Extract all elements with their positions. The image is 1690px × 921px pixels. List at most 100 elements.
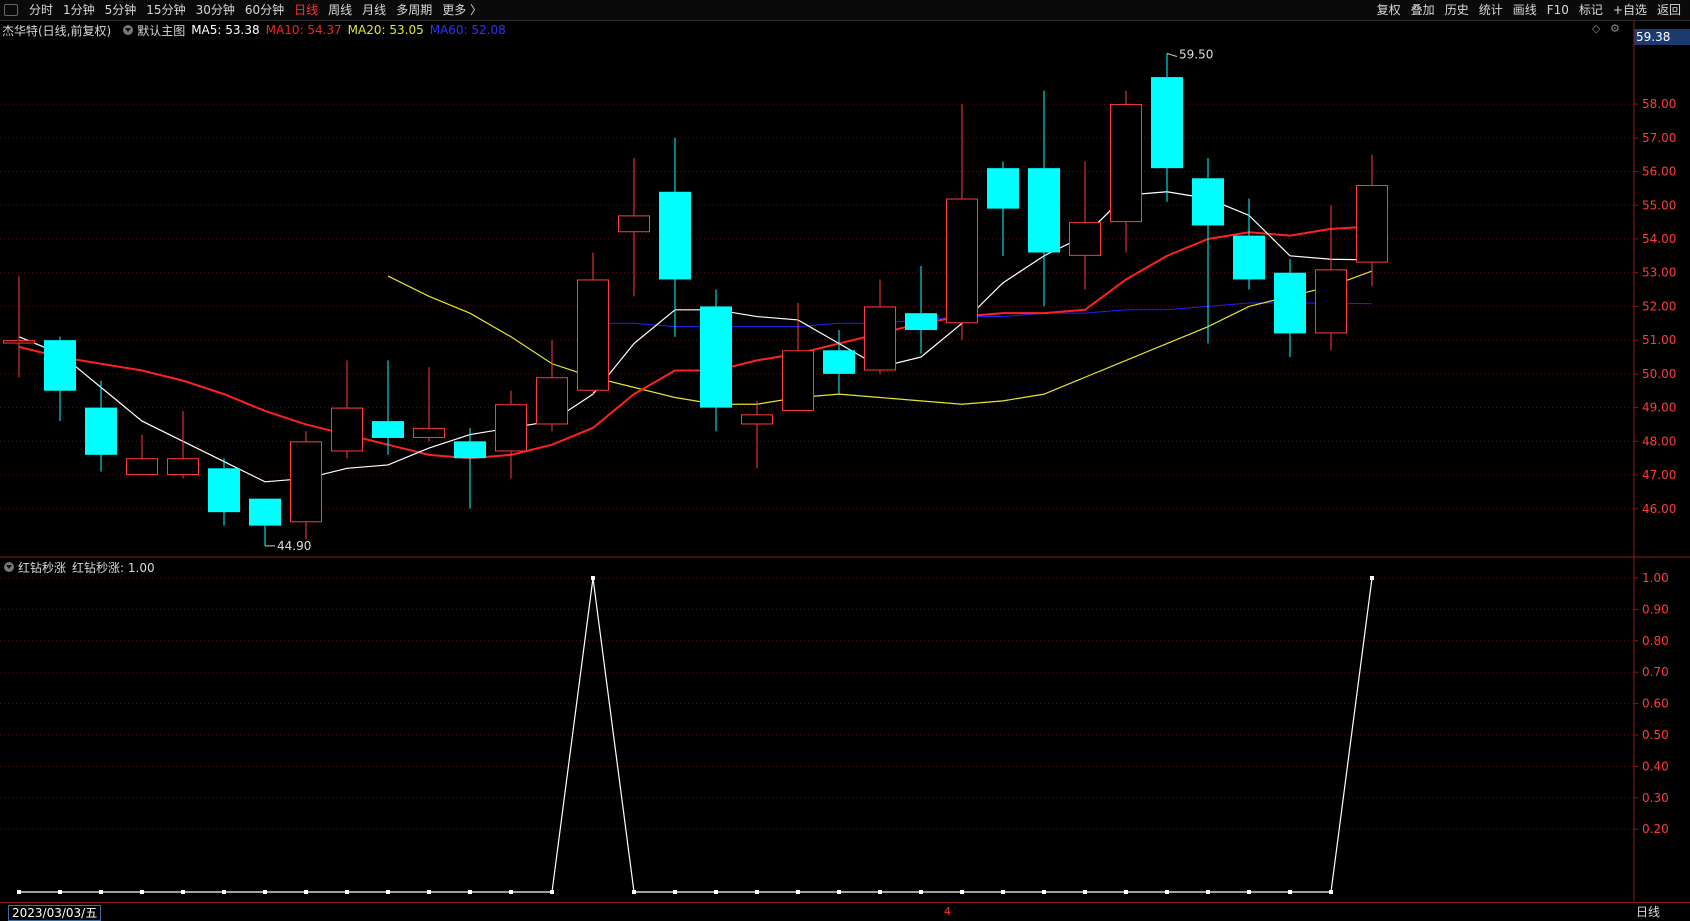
low-price-label: 44.90 [277, 539, 311, 553]
candle-body-up [290, 441, 322, 523]
indicator-point [140, 890, 144, 894]
indicator-point [304, 890, 308, 894]
sub-tick-label: 1.00 [1642, 571, 1669, 585]
indicator-point [1288, 890, 1292, 894]
indicator-point [550, 890, 554, 894]
main-tick-label: 57.00 [1642, 131, 1676, 145]
candle-body-down [249, 498, 281, 526]
main-tick-label: 55.00 [1642, 198, 1676, 212]
candle-body-down [1192, 178, 1224, 226]
candle-body-down [823, 350, 855, 374]
candle-body-down [987, 168, 1019, 209]
candle-body-down [700, 306, 732, 408]
candle-body-down [208, 468, 240, 513]
main-tick-label: 54.00 [1642, 232, 1676, 246]
extreme-pointer [1166, 53, 1178, 57]
indicator-point [509, 890, 513, 894]
candle-body-up [536, 377, 568, 425]
candle-body-down [1274, 272, 1306, 334]
sub-tick-label: 0.40 [1642, 759, 1669, 773]
candle-body-up [864, 306, 896, 371]
indicator-point [1042, 890, 1046, 894]
main-tick-label: 52.00 [1642, 299, 1676, 313]
candle-body-up [577, 279, 609, 391]
candle-body-up [1110, 104, 1142, 223]
main-tick-label: 51.00 [1642, 333, 1676, 347]
indicator-point [1370, 576, 1374, 580]
candle-body-down [44, 340, 76, 391]
kline-chart[interactable]: 58.00 57.00 56.00 55.00 54.00 53.00 52.00 51.00… [0, 0, 1690, 902]
indicator-point [17, 890, 21, 894]
candle-body-down [1151, 77, 1183, 169]
indicator-point [632, 890, 636, 894]
ma5-line [18, 191, 1373, 483]
candle-body-up [413, 427, 445, 438]
candle-body-up [1356, 185, 1388, 263]
candle-body-up [618, 215, 650, 233]
candle-body-down [372, 421, 404, 438]
indicator-point [1124, 890, 1128, 894]
indicator-point [591, 576, 595, 580]
indicator-point [1001, 890, 1005, 894]
candle-body-up [946, 198, 978, 324]
candle-body-up [3, 340, 35, 344]
period-label[interactable]: 日线 [1636, 905, 1660, 919]
indicator-point [1206, 890, 1210, 894]
indicator-line [19, 577, 1373, 893]
main-tick-label: 49.00 [1642, 401, 1676, 415]
indicator-point [468, 890, 472, 894]
main-tick-label: 46.00 [1642, 502, 1676, 516]
candle-body-down [1233, 235, 1265, 280]
main-tick-label: 48.00 [1642, 434, 1676, 448]
sub-tick-label: 0.90 [1642, 602, 1669, 616]
candle-body-up [126, 458, 158, 476]
indicator-point [345, 890, 349, 894]
indicator-point [1247, 890, 1251, 894]
candle-body-up [495, 404, 527, 452]
candle-body-down [659, 191, 691, 280]
indicator-point [714, 890, 718, 894]
sub-tick-label: 0.20 [1642, 822, 1669, 836]
cursor-date: 2023/03/03/五 [8, 905, 102, 921]
indicator-point [181, 890, 185, 894]
main-tick-label: 53.00 [1642, 266, 1676, 280]
indicator-point [263, 890, 267, 894]
candle-body-up [167, 458, 199, 476]
candle-body-up [331, 407, 363, 452]
candle-body-up [741, 414, 773, 425]
indicator-point [919, 890, 923, 894]
candle-body-down [1028, 168, 1060, 253]
candle-body-up [1315, 269, 1347, 334]
indicator-point [427, 890, 431, 894]
indicator-point [796, 890, 800, 894]
indicator-point [837, 890, 841, 894]
indicator-point [878, 890, 882, 894]
bottom-status-bar: 2023/03/03/五 4 日线 [0, 902, 1690, 921]
sub-tick-label: 0.50 [1642, 728, 1669, 742]
sub-tick-label: 0.30 [1642, 791, 1669, 805]
main-tick-label: 58.00 [1642, 97, 1676, 111]
sub-tick-label: 0.70 [1642, 665, 1669, 679]
indicator-point [1329, 890, 1333, 894]
indicator-point [222, 890, 226, 894]
indicator-point [960, 890, 964, 894]
candle-body-down [85, 407, 117, 455]
cursor-marker: 4 [944, 905, 951, 918]
candle-body-down [454, 441, 486, 459]
main-tick-label: 56.00 [1642, 165, 1676, 179]
sub-tick-label: 0.80 [1642, 634, 1669, 648]
high-price-label: 59.50 [1179, 47, 1213, 61]
indicator-point [99, 890, 103, 894]
candle-body-down [905, 313, 937, 331]
indicator-point [673, 890, 677, 894]
candle-body-up [782, 350, 814, 411]
indicator-point [755, 890, 759, 894]
sub-tick-label: 0.60 [1642, 697, 1669, 711]
indicator-point [58, 890, 62, 894]
indicator-point [1083, 890, 1087, 894]
indicator-point [1165, 890, 1169, 894]
candle-body-up [1069, 222, 1101, 256]
main-tick-label: 47.00 [1642, 468, 1676, 482]
main-tick-label: 50.00 [1642, 367, 1676, 381]
indicator-point [386, 890, 390, 894]
